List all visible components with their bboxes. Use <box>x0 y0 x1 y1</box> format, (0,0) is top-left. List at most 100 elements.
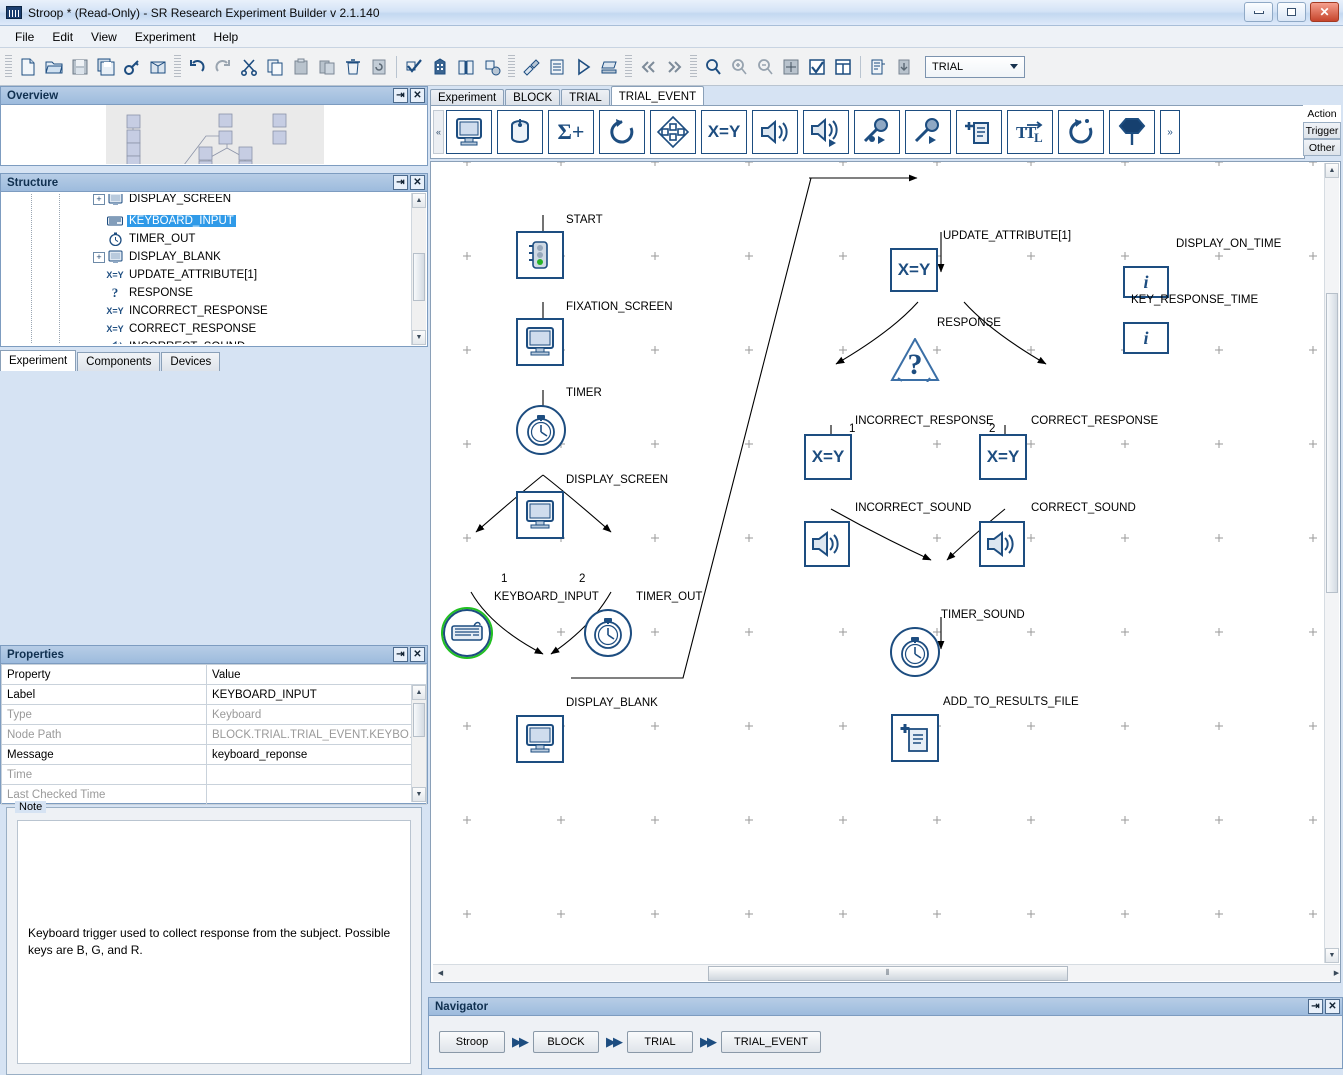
new-window-icon[interactable] <box>865 54 891 80</box>
zoom-icon[interactable] <box>700 54 726 80</box>
menu-item-edit[interactable]: Edit <box>43 28 82 46</box>
canvas-node-update-attribute[interactable]: X=Y <box>890 248 938 292</box>
palette-tab-other[interactable]: Other <box>1303 139 1341 156</box>
property-value-cell[interactable]: Keyboard <box>206 704 427 725</box>
structure-tab-experiment[interactable]: Experiment <box>0 350 77 371</box>
paste-icon[interactable] <box>288 54 314 80</box>
next-icon[interactable] <box>661 54 687 80</box>
tree-item-response[interactable]: ? RESPONSE <box>3 284 410 302</box>
properties-scroll-thumb[interactable] <box>413 703 425 737</box>
palette-tab-trigger[interactable]: Trigger <box>1303 122 1341 139</box>
palette-scroll-left[interactable]: « <box>433 110 444 154</box>
toolbar-grip-5[interactable] <box>690 54 697 79</box>
cut-icon[interactable] <box>236 54 262 80</box>
canvas-hscroll-thumb[interactable]: ⦀ <box>708 965 1068 981</box>
palette-stop-icon[interactable] <box>1109 110 1155 154</box>
canvas-node-key-response-time[interactable]: i <box>1123 322 1169 354</box>
open-folder-icon[interactable] <box>41 54 67 80</box>
link-icon[interactable] <box>479 54 505 80</box>
palette-results-file-icon[interactable] <box>956 110 1002 154</box>
canvas-horizontal-scrollbar[interactable]: ◀ ⦀ ▶ <box>433 964 1340 981</box>
menu-item-view[interactable]: View <box>82 28 126 46</box>
tree-item-incorrect-sound[interactable]: INCORRECT_SOUND <box>3 338 410 344</box>
tree-expander[interactable]: + <box>93 194 105 205</box>
editor-tab-trial_event[interactable]: TRIAL_EVENT <box>610 86 705 106</box>
canvas-scroll-up[interactable]: ▲ <box>1325 163 1339 178</box>
editor-tab-block[interactable]: BLOCK <box>505 89 561 106</box>
properties-row[interactable]: Label KEYBOARD_INPUT <box>1 684 427 705</box>
palette-sound-trigger-icon[interactable] <box>803 110 849 154</box>
toolbar-grip-3[interactable] <box>508 54 515 79</box>
palette-more-icon[interactable]: » <box>1160 110 1180 154</box>
breadcrumb-button-block[interactable]: BLOCK <box>533 1031 599 1053</box>
palette-drum-icon[interactable] <box>497 110 543 154</box>
run-icon[interactable] <box>570 54 596 80</box>
canvas-node-timer-sound[interactable] <box>890 627 940 677</box>
maximize-button[interactable] <box>1277 2 1306 22</box>
property-value-cell[interactable] <box>206 764 427 785</box>
previous-icon[interactable] <box>635 54 661 80</box>
editor-tab-experiment[interactable]: Experiment <box>430 89 505 106</box>
properties-table[interactable]: Property Value Label KEYBOARD_INPUT Type Ke… <box>1 664 427 805</box>
copy-icon[interactable] <box>262 54 288 80</box>
canvas-scroll-right[interactable]: ▶ <box>1329 966 1340 981</box>
structure-scroll-thumb[interactable] <box>413 253 425 301</box>
graph-canvas-container[interactable]: X=Y? X=Y X=Y i i START FIXATION_SCREEN TIMER DI… <box>430 161 1341 983</box>
properties-row[interactable]: Type Keyboard <box>1 704 427 725</box>
select-icon[interactable] <box>804 54 830 80</box>
palette-tab-action[interactable]: Action <box>1303 105 1341 122</box>
structure-close-button[interactable]: ✕ <box>410 175 425 190</box>
properties-scrollbar[interactable]: ▲ ▼ <box>411 685 426 802</box>
property-value-cell[interactable] <box>206 784 427 805</box>
layout-icon[interactable] <box>830 54 856 80</box>
breadcrumb-button-trial[interactable]: TRIAL <box>627 1031 693 1053</box>
overview-close-button[interactable]: ✕ <box>410 88 425 103</box>
menu-item-help[interactable]: Help <box>205 28 248 46</box>
canvas-node-start[interactable] <box>516 231 564 279</box>
structure-scrollbar[interactable]: ▲ ▼ <box>411 193 426 345</box>
refresh-icon[interactable] <box>366 54 392 80</box>
structure-scroll-up[interactable]: ▲ <box>412 193 426 208</box>
package-icon[interactable] <box>145 54 171 80</box>
canvas-node-display-blank[interactable] <box>516 715 564 763</box>
canvas-node-add-to-results[interactable] <box>891 714 939 762</box>
tree-item-timer-out[interactable]: TIMER_OUT <box>3 230 410 248</box>
toolbar-grip-2[interactable] <box>174 54 181 79</box>
canvas-node-incorrect-response[interactable]: X=Y <box>804 434 852 480</box>
fit-icon[interactable] <box>778 54 804 80</box>
properties-row[interactable]: Message keyboard_reponse <box>1 744 427 765</box>
properties-row[interactable]: Last Checked Time <box>1 784 427 805</box>
canvas-node-correct-response[interactable]: X=Y <box>979 434 1027 480</box>
minimize-button[interactable] <box>1244 2 1273 22</box>
palette-play-sound-icon[interactable] <box>752 110 798 154</box>
structure-scroll-down[interactable]: ▼ <box>412 330 426 345</box>
properties-row[interactable]: Node Path BLOCK.TRIAL.TRIAL_EVENT.KEYBOA.… <box>1 724 427 745</box>
palette-drift-correct-icon[interactable] <box>650 110 696 154</box>
clean-icon[interactable] <box>518 54 544 80</box>
property-value-cell[interactable]: keyboard_reponse <box>206 744 427 765</box>
property-value-cell[interactable]: BLOCK.TRIAL.TRIAL_EVENT.KEYBOA... <box>206 724 427 745</box>
properties-scroll-down[interactable]: ▼ <box>412 787 426 802</box>
canvas-node-display-screen[interactable] <box>516 491 564 539</box>
structure-collapse-button[interactable]: ⇥ <box>393 175 408 190</box>
save-all-icon[interactable] <box>93 54 119 80</box>
tree-item-display-screen[interactable]: + DISPLAY_SCREEN <box>3 194 410 208</box>
palette-xy-icon[interactable]: X=Y <box>701 110 747 154</box>
properties-collapse-button[interactable]: ⇥ <box>393 647 408 662</box>
canvas-scroll-down[interactable]: ▼ <box>1325 948 1339 963</box>
canvas-node-timer[interactable] <box>516 405 566 455</box>
editor-tab-trial[interactable]: TRIAL <box>561 89 610 106</box>
new-file-icon[interactable] <box>15 54 41 80</box>
tree-item-keyboard-input[interactable]: KEYBOARD_INPUT <box>3 212 410 230</box>
properties-row[interactable]: Time <box>1 764 427 785</box>
library-icon[interactable] <box>453 54 479 80</box>
menu-item-experiment[interactable]: Experiment <box>126 28 205 46</box>
navigator-collapse-button[interactable]: ⇥ <box>1308 999 1323 1014</box>
toolbar-grip-4[interactable] <box>625 54 632 79</box>
palette-display-screen-icon[interactable] <box>446 110 492 154</box>
structure-tab-devices[interactable]: Devices <box>161 352 221 371</box>
breadcrumb-button-trial_event[interactable]: TRIAL_EVENT <box>721 1031 821 1053</box>
deploy-icon[interactable] <box>596 54 622 80</box>
properties-close-button[interactable]: ✕ <box>410 647 425 662</box>
zoom-out-icon[interactable] <box>752 54 778 80</box>
